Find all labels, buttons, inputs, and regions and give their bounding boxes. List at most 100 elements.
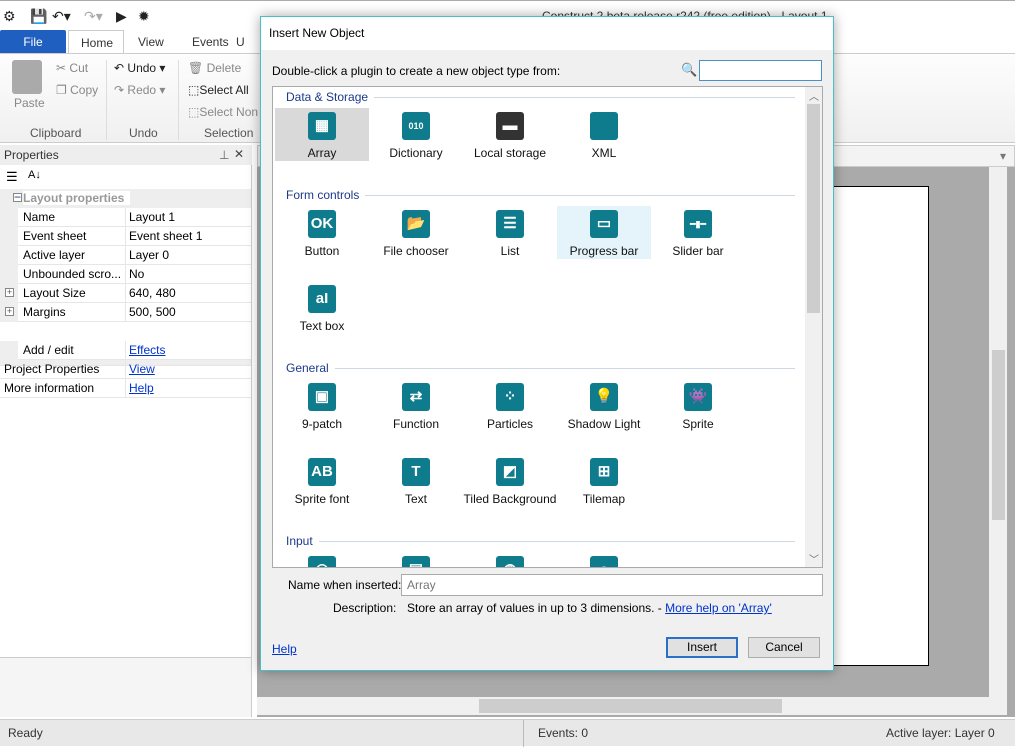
undo-button[interactable]: ↶ Undo ▾	[114, 61, 165, 75]
plugin-item[interactable]: OK Button	[275, 206, 369, 281]
plugin-item[interactable]: ◠	[275, 552, 369, 567]
scroll-thumb[interactable]	[992, 350, 1005, 520]
property-key: Layout Size	[23, 286, 86, 300]
undo-icon[interactable]: ↶▾	[52, 8, 71, 25]
redo-icon[interactable]: ↷▾	[84, 8, 103, 25]
scroll-thumb[interactable]	[479, 699, 782, 713]
property-value: Layer 0	[129, 248, 170, 262]
pin-icon[interactable]: ⊥	[219, 148, 229, 162]
run-icon[interactable]: ▶	[116, 8, 127, 25]
property-row[interactable]: Unbounded scro... No	[0, 265, 251, 284]
scroll-down-icon[interactable]: ﹀	[809, 551, 819, 566]
plugin-item[interactable]: ◩ Tiled Background	[463, 454, 557, 529]
sprite-icon: 👾	[684, 383, 712, 411]
property-row[interactable]: Add / edit Effects	[0, 341, 251, 360]
tab-view[interactable]: View	[126, 30, 176, 54]
plugin-item[interactable]: ⇄ Function	[369, 379, 463, 454]
plugin-item[interactable]: AB Sprite font	[275, 454, 369, 529]
redo-button[interactable]: ↷ Redo ▾	[114, 83, 165, 97]
plugin-item[interactable]: aI Text box	[275, 281, 369, 356]
sort-alpha-icon[interactable]: A↓	[28, 169, 41, 181]
plugin-item-label: Shadow Light	[567, 417, 641, 431]
category-label: Form controls	[286, 188, 366, 202]
plugin-item[interactable]: ⁘ Particles	[463, 379, 557, 454]
plugin-item[interactable]: XML	[557, 108, 651, 183]
paste-icon[interactable]	[12, 60, 42, 94]
plugin-item[interactable]: ▤	[369, 552, 463, 567]
plugin-item[interactable]: ⊞ Tilemap	[557, 454, 651, 529]
plugin-item[interactable]: ☰ List	[463, 206, 557, 281]
cancel-button[interactable]: Cancel	[748, 637, 820, 658]
property-row[interactable]: More information Help	[0, 379, 251, 398]
property-row[interactable]: + Layout Size 640, 480	[0, 284, 251, 303]
delete-button[interactable]: 🗑 Delete	[188, 61, 241, 75]
plugin-grid: OK Button 📂 File chooser ☰ List ▭ Progress bar ━…	[273, 206, 805, 356]
dialog-title: Insert New Object	[261, 17, 833, 50]
plugin-item-label: List	[500, 244, 520, 258]
scroll-thumb[interactable]	[807, 104, 820, 313]
chevron-down-icon[interactable]: ▾	[1000, 149, 1006, 163]
plugin-item[interactable]: ▬ Local storage	[463, 108, 557, 183]
expand-icon[interactable]: +	[5, 307, 14, 316]
redo-icon: ↷	[114, 83, 125, 97]
close-icon[interactable]: ✕	[234, 147, 244, 161]
more-help-link[interactable]: More help on 'Array'	[665, 601, 772, 615]
select-none-button[interactable]: ⬚Select Non	[188, 105, 258, 119]
category-header: Input	[273, 530, 805, 552]
plugin-item[interactable]: T Text	[369, 454, 463, 529]
property-row[interactable]: Project Properties View	[0, 360, 251, 379]
plugin-item[interactable]: 💡 Shadow Light	[557, 379, 651, 454]
plugin-item[interactable]: ◍	[463, 552, 557, 567]
select-all-button[interactable]: ⬚Select All	[188, 83, 249, 97]
help-link[interactable]: Help	[272, 642, 297, 656]
category-label: Data & Storage	[286, 90, 375, 104]
copy-button[interactable]: ❐ Copy	[56, 83, 98, 97]
property-value: 500, 500	[129, 305, 176, 319]
plugin-item[interactable]: 010 Dictionary	[369, 108, 463, 183]
tab-home[interactable]: Home	[68, 30, 124, 54]
tiled-background-icon: ◩	[496, 458, 524, 486]
layout-canvas[interactable]	[827, 186, 929, 666]
property-link[interactable]: Help	[129, 381, 154, 395]
search-input[interactable]	[699, 60, 822, 81]
scissors-icon: ✂	[56, 61, 67, 75]
insert-button[interactable]: Insert	[666, 637, 738, 658]
property-link[interactable]: View	[129, 362, 155, 376]
plugin-item[interactable]: ∩	[557, 552, 651, 567]
scroll-up-icon[interactable]: ︿	[809, 88, 819, 103]
save-icon[interactable]: 💾	[30, 8, 47, 25]
description-text: Store an array of values in up to 3 dime…	[407, 601, 666, 615]
debug-icon[interactable]: ✹	[138, 8, 150, 25]
name-label: Name when inserted:	[288, 578, 402, 592]
plugin-item[interactable]: ▣ 9-patch	[275, 379, 369, 454]
plugin-item[interactable]: ━▮━ Slider bar	[651, 206, 745, 281]
horizontal-scrollbar[interactable]	[257, 697, 1007, 715]
plugin-item-label: Array	[307, 146, 337, 160]
select-none-icon: ⬚	[188, 105, 200, 119]
undo-icon: ↶	[114, 61, 125, 75]
cut-button[interactable]: ✂ Cut	[56, 61, 88, 75]
insert-object-dialog: Insert New Object Double-click a plugin …	[260, 16, 834, 671]
property-row[interactable]: + Margins 500, 500	[0, 303, 251, 322]
tab-more[interactable]: U	[224, 30, 257, 54]
list-scrollbar[interactable]: ︿ ﹀	[805, 87, 822, 567]
plugin-item[interactable]: 📂 File chooser	[369, 206, 463, 281]
property-value: 640, 480	[129, 286, 176, 300]
property-row[interactable]: Event sheet Event sheet 1	[0, 227, 251, 246]
plugin-item[interactable]: 👾 Sprite	[651, 379, 745, 454]
paste-button[interactable]: Paste	[14, 96, 45, 110]
collapse-icon[interactable]: −	[13, 191, 22, 203]
expand-icon[interactable]: +	[5, 288, 14, 297]
property-row[interactable]: Active layer Layer 0	[0, 246, 251, 265]
property-key: Add / edit	[23, 343, 74, 357]
categorized-icon[interactable]: ☰	[6, 169, 18, 185]
plugin-item[interactable]: ▭ Progress bar	[557, 206, 651, 281]
tab-file[interactable]: File	[0, 30, 66, 54]
property-row[interactable]: Name Layout 1	[0, 208, 251, 227]
name-field[interactable]: Array	[401, 574, 823, 596]
vertical-scrollbar[interactable]	[989, 167, 1007, 699]
plugin-item[interactable]: ▦ Array	[275, 108, 369, 183]
file-chooser-icon: 📂	[402, 210, 430, 238]
property-link[interactable]: Effects	[129, 343, 165, 357]
plugin-item-label: Slider bar	[672, 244, 724, 258]
